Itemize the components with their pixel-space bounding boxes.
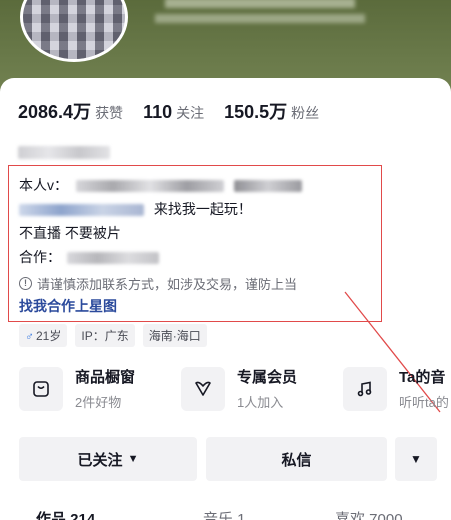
shop-window-icon (19, 366, 63, 411)
profile-stats: 2086.4万 获赞 110 关注 150.5万 粉丝 (18, 98, 339, 124)
dropdown-arrow-icon: ▼ (410, 452, 422, 466)
membership-subtitle: 1人加入 (237, 395, 284, 410)
age-tag: ♂ 21岁 (19, 324, 68, 347)
following-count[interactable]: 110 (143, 102, 172, 123)
bio-line-invite: 来找我一起玩！ (19, 199, 252, 219)
blurred-contact-id (75, 180, 224, 193)
membership-heart-icon (181, 366, 225, 411)
bio-no-live-text: 不直播 不要被片 (19, 225, 121, 241)
blurred-account-id (155, 14, 365, 23)
blurred-signature-title (18, 146, 110, 159)
contact-warning: ! 请谨慎添加联系方式，如涉及交易，谨防上当 (19, 274, 297, 293)
profile-tags: ♂ 21岁 IP：广东 海南·海口 (19, 324, 207, 347)
business-cooperation-link[interactable]: 找我合作上星图 (19, 296, 117, 316)
tab-likes[interactable]: 喜欢 7000 (335, 508, 403, 520)
bio-invite-text: 来找我一起玩！ (153, 201, 252, 217)
music-note-icon (343, 366, 387, 411)
feature-cards: 商品橱窗 2件好物 专属会员 1人加入 Ta的音 听听ta的 (19, 366, 451, 418)
followed-button[interactable]: 已关注 ▼ (19, 437, 197, 481)
followers-count[interactable]: 150.5万 (224, 98, 287, 124)
shop-window-title: 商品橱窗 (75, 369, 136, 386)
male-icon: ♂ (25, 329, 34, 343)
bio-business-label: 合作： (19, 249, 61, 265)
content-tabs: 作品 214 音乐 1 喜欢 7000 (0, 508, 451, 520)
membership-card[interactable]: 专属会员 1人加入 (181, 366, 297, 411)
bio-line-business: 合作： (19, 247, 159, 267)
followers-label: 粉丝 (291, 105, 320, 121)
likes-label: 获赞 (95, 105, 124, 121)
blurred-contact-id-tail (233, 180, 302, 193)
avatar[interactable] (20, 0, 128, 62)
tab-works[interactable]: 作品 214 (36, 508, 95, 520)
contact-warning-text: 请谨慎添加联系方式，如涉及交易，谨防上当 (37, 277, 298, 292)
blurred-nickname (165, 0, 355, 8)
shop-window-card[interactable]: 商品橱窗 2件好物 (19, 366, 135, 411)
music-card[interactable]: Ta的音 听听ta的 (343, 366, 449, 411)
followed-label: 已关注 (77, 451, 123, 469)
ip-tag: IP：广东 (75, 324, 135, 347)
location-tag[interactable]: 海南·海口 (142, 324, 207, 347)
likes-count[interactable]: 2086.4万 (18, 98, 91, 124)
message-button[interactable]: 私信 (206, 437, 387, 481)
music-title: Ta的音 (399, 369, 446, 386)
caret-down-icon: ▼ (127, 453, 139, 465)
following-label: 关注 (176, 105, 205, 121)
bio-line-contact: 本人v： (19, 175, 302, 195)
membership-title: 专属会员 (237, 369, 298, 386)
tab-music[interactable]: 音乐 1 (203, 508, 246, 520)
bio-contact-label: 本人v： (19, 177, 68, 193)
blurred-business-contact (66, 252, 159, 265)
message-label: 私信 (281, 451, 312, 469)
shop-window-subtitle: 2件好物 (75, 395, 122, 410)
more-options-button[interactable]: ▼ (395, 437, 437, 481)
warning-icon: ! (19, 277, 32, 290)
music-subtitle: 听听ta的 (399, 395, 449, 410)
blurred-invite-text (19, 204, 144, 217)
